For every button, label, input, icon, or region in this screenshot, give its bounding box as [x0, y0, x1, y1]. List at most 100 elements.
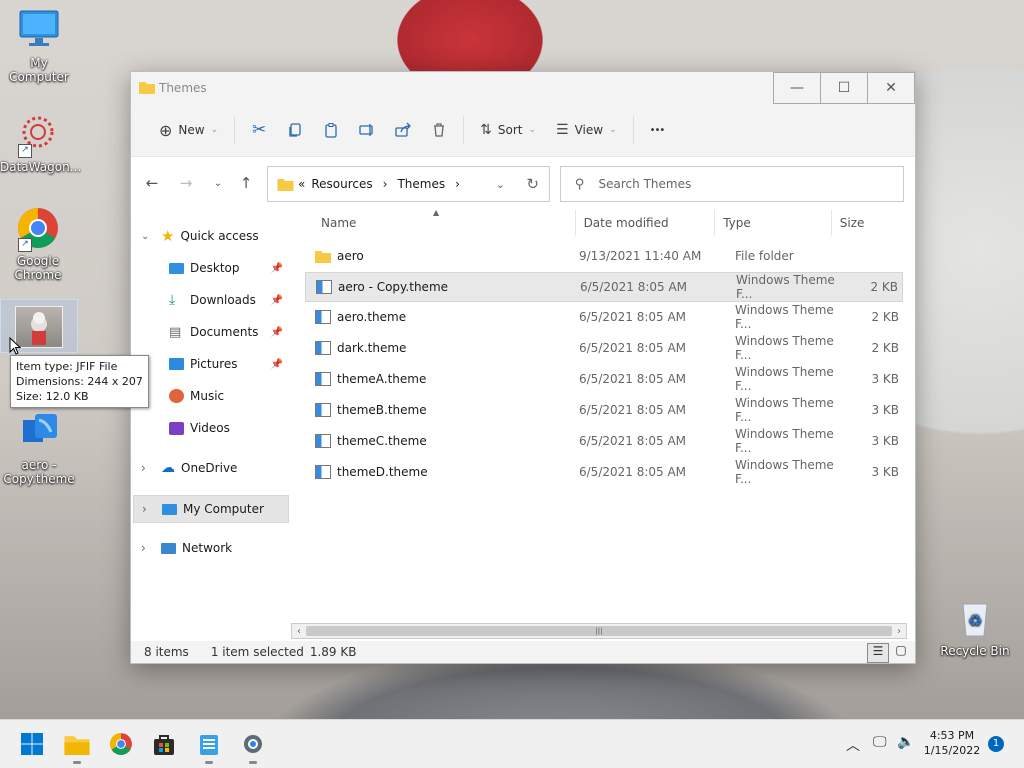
theme-file-icon — [315, 465, 331, 479]
share-button[interactable] — [385, 114, 421, 146]
more-options-button[interactable]: ••• — [640, 114, 675, 146]
address-bar[interactable]: « Resources › Themes › ⌄ ↻ — [267, 166, 550, 202]
file-row[interactable]: aero.theme 6/5/2021 8:05 AM Windows Them… — [305, 303, 903, 331]
sidebar-item-music[interactable]: Music — [131, 383, 287, 409]
forward-button[interactable]: → — [171, 174, 201, 192]
theme-file-icon — [315, 434, 331, 448]
file-row[interactable]: themeC.theme 6/5/2021 8:05 AM Windows Th… — [305, 427, 903, 455]
desktop-icon-recycle-bin[interactable]: ♻ Recycle Bin — [937, 596, 1013, 658]
chevron-down-icon: ⌄ — [528, 125, 537, 135]
view-button[interactable]: ☰ View ⌄ — [546, 114, 627, 146]
column-header-type[interactable]: Type — [715, 210, 832, 236]
minimize-button[interactable]: — — [773, 72, 821, 104]
sidebar-item-downloads[interactable]: ⤓ Downloads 📌 — [131, 287, 287, 313]
column-header-size[interactable]: Size — [832, 210, 907, 236]
recent-locations-button[interactable]: ⌄ — [203, 178, 233, 189]
star-icon: ★ — [161, 227, 175, 245]
divider — [632, 116, 634, 144]
sidebar-item-videos[interactable]: Videos — [131, 415, 287, 441]
folder-icon — [139, 82, 155, 94]
taskbar-store[interactable] — [150, 730, 178, 758]
maximize-button[interactable]: ☐ — [820, 72, 868, 104]
breadcrumb-resources[interactable]: Resources — [311, 177, 372, 191]
column-header-name[interactable]: Name ▲ — [291, 208, 576, 236]
sidebar-item-onedrive[interactable]: › ☁ OneDrive — [131, 455, 287, 481]
chevron-up-icon[interactable]: ︿ — [846, 735, 860, 755]
theme-file-icon — [17, 410, 61, 454]
file-row-selected[interactable]: aero - Copy.theme 6/5/2021 8:05 AM Windo… — [305, 272, 903, 302]
taskbar-chrome[interactable] — [107, 730, 135, 758]
sidebar-item-network[interactable]: › Network — [131, 535, 287, 561]
network-status-icon[interactable]: 🖵 — [873, 734, 887, 750]
close-button[interactable]: ✕ — [867, 72, 915, 104]
sort-arrows-icon: ⇅ — [480, 122, 492, 138]
taskbar-file-explorer[interactable] — [63, 730, 91, 764]
file-row[interactable]: themeA.theme 6/5/2021 8:05 AM Windows Th… — [305, 365, 903, 393]
sidebar-item-my-computer[interactable]: › My Computer — [133, 495, 289, 523]
chevron-right-icon[interactable]: › — [141, 541, 155, 555]
selection-count: 1 item selected — [210, 645, 304, 659]
column-header-label: Date modified — [583, 216, 669, 230]
running-indicator — [249, 761, 257, 764]
sidebar-item-pictures[interactable]: Pictures 📌 — [131, 351, 287, 377]
address-dropdown-button[interactable]: ⌄ — [496, 178, 505, 191]
file-date: 9/13/2021 11:40 AM — [579, 249, 702, 263]
scroll-right-icon[interactable]: › — [892, 626, 906, 637]
store-bag-icon — [154, 735, 174, 755]
search-box[interactable]: ⚲ Search Themes — [560, 166, 904, 202]
sidebar-quick-access[interactable]: ⌄ ★ Quick access — [131, 223, 287, 249]
paste-icon — [325, 123, 337, 138]
sort-button[interactable]: ⇅ Sort ⌄ — [470, 114, 546, 146]
sidebar-item-label: Pictures — [190, 357, 238, 371]
back-button[interactable]: ← — [137, 174, 167, 192]
sidebar-item-desktop[interactable]: Desktop 📌 — [131, 255, 287, 281]
sidebar-item-documents[interactable]: ▤ Documents 📌 — [131, 319, 287, 345]
arrow-right-icon: → — [179, 174, 193, 192]
scroll-left-icon[interactable]: ‹ — [292, 626, 306, 637]
title-bar[interactable]: Themes — ☐ ✕ — [131, 72, 915, 104]
chevron-down-icon[interactable]: ⌄ — [141, 231, 155, 242]
chevron-right-icon[interactable]: › — [455, 177, 460, 191]
details-view-button[interactable]: ☰ — [867, 643, 889, 663]
clock[interactable]: 4:53 PM 1/15/2022 — [920, 728, 984, 758]
paste-button[interactable] — [313, 114, 349, 146]
chevron-right-icon[interactable]: › — [383, 177, 388, 191]
sidebar-item-label: Desktop — [190, 261, 240, 275]
file-type: Windows Theme F... — [735, 303, 834, 331]
file-row[interactable]: themeD.theme 6/5/2021 8:05 AM Windows Th… — [305, 458, 903, 486]
desktop-icon-google-chrome[interactable]: ↗ Google Chrome — [0, 206, 76, 282]
new-button[interactable]: ⊕ New ⌄ — [149, 114, 228, 146]
taskbar-notepad[interactable] — [195, 730, 223, 764]
column-header-date[interactable]: Date modified — [576, 210, 716, 236]
refresh-button[interactable]: ↻ — [526, 175, 539, 193]
explorer-body: ⌄ ★ Quick access Desktop 📌 ⤓ Downloads 📌… — [131, 208, 915, 641]
large-icons-view-button[interactable]: ▢ — [891, 643, 911, 661]
scrollbar-thumb[interactable]: ||| — [306, 626, 892, 636]
desktop-icon-aero-copy-theme[interactable]: aero - Copy.theme — [1, 410, 77, 486]
file-type: Windows Theme F... — [735, 458, 834, 486]
file-row[interactable]: themeB.theme 6/5/2021 8:05 AM Windows Th… — [305, 396, 903, 424]
cut-button[interactable]: ✂ — [241, 114, 277, 146]
up-button[interactable]: ↑ — [231, 174, 261, 192]
notification-badge[interactable]: 1 — [988, 736, 1004, 752]
volume-icon[interactable]: 🔈 — [897, 734, 914, 750]
horizontal-scrollbar[interactable]: ‹ ||| › — [291, 623, 907, 639]
delete-button[interactable] — [421, 114, 457, 146]
chevron-right-icon[interactable]: › — [141, 461, 155, 475]
rename-button[interactable] — [349, 114, 385, 146]
copy-button[interactable] — [277, 114, 313, 146]
chevron-right-icon[interactable]: › — [142, 502, 156, 516]
breadcrumb-themes[interactable]: Themes — [397, 177, 445, 191]
desktop-icon-my-computer[interactable]: My Computer — [1, 8, 77, 84]
file-row[interactable]: aero 9/13/2021 11:40 AM File folder — [305, 242, 903, 270]
desktop-icon-datawagon[interactable]: ↗ DataWagon... — [0, 112, 81, 174]
pin-icon: 📌 — [270, 326, 283, 338]
breadcrumb-overflow[interactable]: « — [298, 177, 305, 191]
taskbar-settings[interactable] — [239, 730, 267, 764]
start-button[interactable] — [18, 730, 46, 758]
column-header-label: Type — [723, 216, 751, 230]
sidebar-item-label: Quick access — [180, 229, 259, 243]
file-row[interactable]: dark.theme 6/5/2021 8:05 AM Windows Them… — [305, 334, 903, 362]
view-label: View — [574, 123, 604, 137]
copy-icon — [289, 123, 301, 137]
